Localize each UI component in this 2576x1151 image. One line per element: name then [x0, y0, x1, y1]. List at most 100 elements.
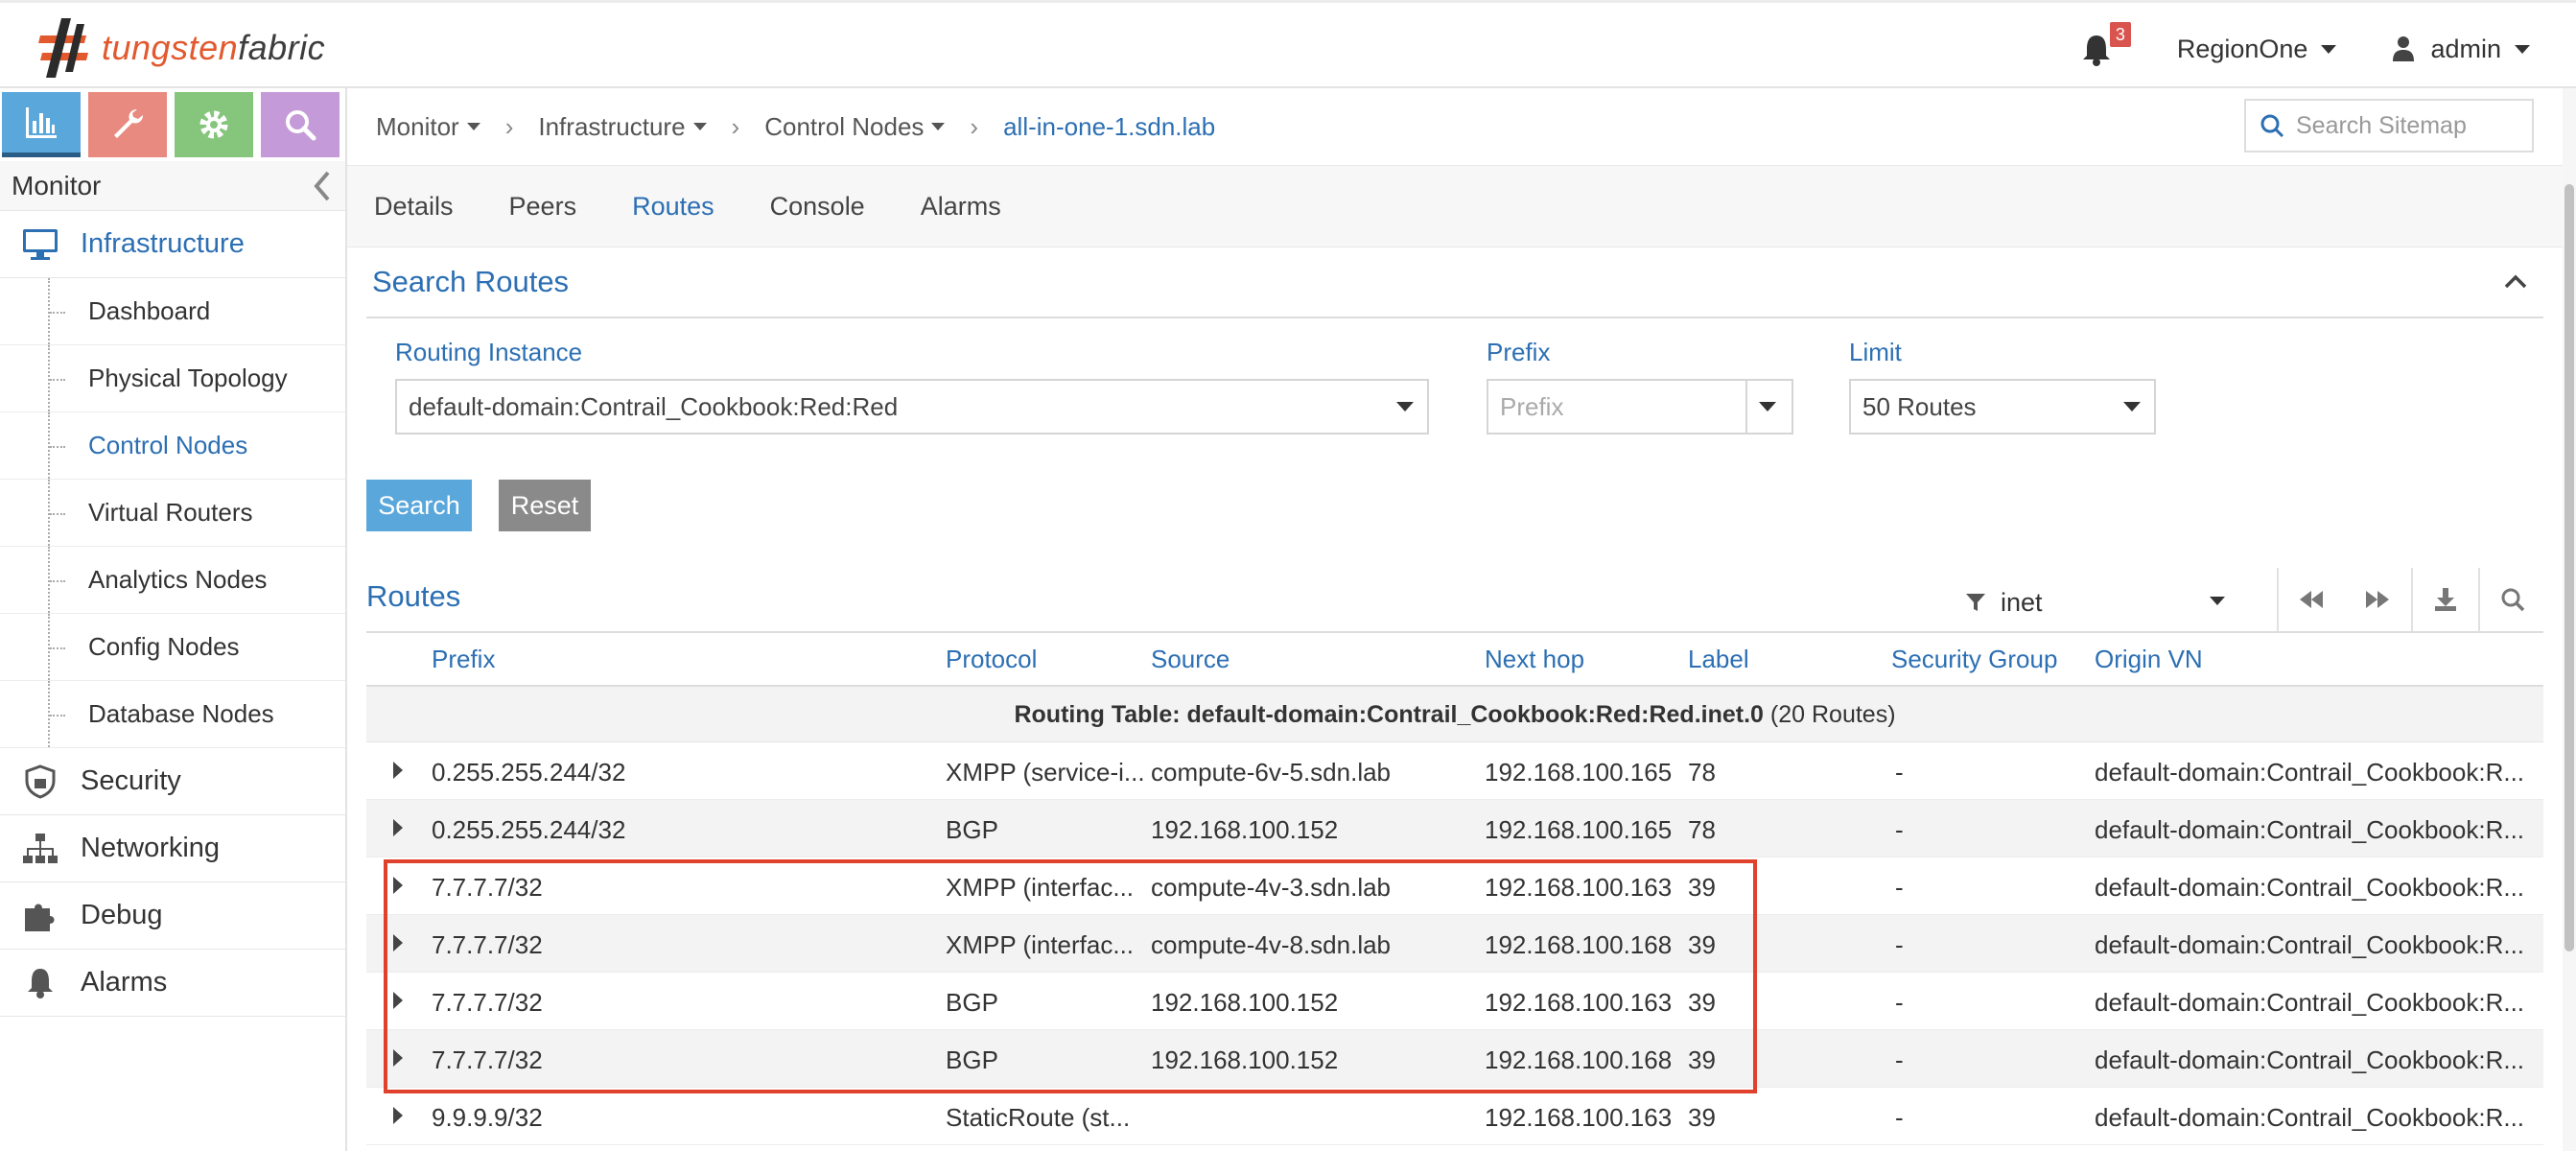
chevron-down-icon: [466, 123, 480, 130]
page-scrollbar[interactable]: [2563, 88, 2576, 1151]
breadcrumb-item-infrastructure[interactable]: Infrastructure: [538, 112, 707, 142]
cell-protocol: StaticRoute (st...: [946, 1103, 1131, 1132]
user-icon: [2393, 36, 2415, 61]
puzzle-icon: [25, 904, 55, 931]
table-row[interactable]: 9.9.9.9/32 StaticRoute (st... 192.168.100.…: [366, 1088, 2543, 1145]
chevron-down-icon: [2210, 597, 2225, 605]
query-module-tab[interactable]: [261, 92, 340, 157]
shield-icon: [25, 763, 56, 799]
network-icon: [23, 833, 58, 863]
prefix-dropdown-toggle[interactable]: [1747, 379, 1793, 435]
search-icon: [2260, 114, 2284, 138]
tab-alarms[interactable]: Alarms: [921, 192, 1001, 222]
main-content: Monitor › Infrastructure › Control Nodes…: [347, 88, 2563, 1151]
search-sitemap-input[interactable]: Search Sitemap: [2244, 99, 2534, 153]
column-header-next-hop[interactable]: Next hop: [1485, 645, 1584, 674]
sidebar-item-config-nodes[interactable]: Config Nodes: [0, 614, 345, 681]
cell-security-group: -: [1895, 873, 1904, 902]
cell-source: 192.168.100.152: [1151, 815, 1339, 844]
scrollbar-thumb[interactable]: [2564, 184, 2574, 951]
breadcrumb-label: all-in-one-1.sdn.lab: [1003, 111, 1216, 141]
sidebar-item-networking[interactable]: Networking: [0, 815, 345, 882]
table-row[interactable]: 0.255.255.244/32 BGP 192.168.100.152 192.16…: [366, 800, 2543, 857]
chevron-down-icon: [2123, 402, 2141, 411]
cell-security-group: -: [1895, 815, 1904, 844]
sidebar-item-label: Debug: [81, 900, 163, 930]
notifications-bell[interactable]: 3: [2077, 22, 2131, 68]
table-row[interactable]: 0.255.255.244/32 XMPP (service-i... comput…: [366, 742, 2543, 800]
breadcrumb-item-control-nodes[interactable]: Control Nodes: [764, 112, 946, 142]
breadcrumb-item-current[interactable]: all-in-one-1.sdn.lab: [1003, 112, 1215, 142]
routing-instance-value: default-domain:Contrail_Cookbook:Red:Red: [409, 391, 899, 421]
grid-search-button[interactable]: [2478, 568, 2545, 631]
fast-backward-icon: [2300, 591, 2323, 608]
cell-security-group: -: [1895, 1045, 1904, 1074]
sidebar-title: Monitor: [0, 161, 345, 211]
column-header-label[interactable]: Label: [1688, 645, 1749, 674]
column-header-prefix[interactable]: Prefix: [432, 645, 495, 674]
address-family-filter[interactable]: inet: [1964, 583, 2269, 622]
cell-security-group: -: [1895, 758, 1904, 787]
prefix-input[interactable]: Prefix: [1487, 379, 1747, 435]
chevron-up-icon[interactable]: [2501, 268, 2530, 296]
cell-next-hop: 192.168.100.165: [1485, 758, 1673, 787]
configure-module-tab[interactable]: [88, 92, 167, 157]
routing-table-group-row: Routing Table: default-domain:Contrail_C…: [366, 687, 2543, 742]
sidebar-item-analytics-nodes[interactable]: Analytics Nodes: [0, 547, 345, 614]
user-name: admin: [2430, 34, 2501, 63]
download-icon: [2435, 588, 2456, 611]
collapse-sidebar-icon[interactable]: [307, 167, 340, 205]
column-header-protocol[interactable]: Protocol: [946, 645, 1037, 674]
sidebar-item-control-nodes[interactable]: Control Nodes: [0, 412, 345, 480]
routes-grid-title: Routes: [366, 579, 461, 613]
reset-button[interactable]: Reset: [499, 480, 591, 531]
expand-row-icon[interactable]: [393, 1107, 403, 1124]
sidebar-item-dashboard[interactable]: Dashboard: [0, 278, 345, 345]
search-sitemap-placeholder: Search Sitemap: [2296, 111, 2467, 139]
user-menu[interactable]: admin: [2392, 35, 2530, 64]
cell-prefix: 0.255.255.244/32: [432, 815, 626, 844]
column-header-origin-vn[interactable]: Origin VN: [2095, 645, 2203, 674]
column-header-security-group[interactable]: Security Group: [1891, 645, 2057, 674]
tab-console[interactable]: Console: [770, 192, 865, 222]
search-routes-header[interactable]: Search Routes: [366, 247, 2543, 318]
limit-select[interactable]: 50 Routes: [1849, 379, 2156, 435]
export-button[interactable]: [2411, 568, 2478, 631]
cell-origin-vn: default-domain:Contrail_Cookbook:R...: [2095, 988, 2525, 1017]
cell-origin-vn: default-domain:Contrail_Cookbook:R...: [2095, 1103, 2525, 1132]
column-header-source[interactable]: Source: [1151, 645, 1229, 674]
sidebar-item-security[interactable]: Security: [0, 748, 345, 815]
region-dropdown[interactable]: RegionOne: [2177, 35, 2337, 64]
search-button[interactable]: Search: [366, 480, 472, 531]
next-page-button[interactable]: [2344, 568, 2411, 631]
sidebar-item-alarms[interactable]: Alarms: [0, 950, 345, 1017]
sidebar-item-label: Infrastructure: [81, 228, 245, 259]
bar-chart-icon: [26, 106, 57, 138]
wrench-icon: [114, 109, 143, 138]
sidebar-item-database-nodes[interactable]: Database Nodes: [0, 681, 345, 748]
tab-routes[interactable]: Routes: [632, 192, 714, 222]
filter-value: inet: [2001, 587, 2043, 617]
sidebar-item-physical-topology[interactable]: Physical Topology: [0, 345, 345, 412]
expand-row-icon[interactable]: [393, 819, 403, 836]
routing-instance-select[interactable]: default-domain:Contrail_Cookbook:Red:Red: [395, 379, 1429, 435]
breadcrumb-item-monitor[interactable]: Monitor: [376, 112, 480, 142]
previous-page-button[interactable]: [2277, 568, 2344, 631]
tab-peers[interactable]: Peers: [509, 192, 577, 222]
sidebar-item-infrastructure[interactable]: Infrastructure: [0, 211, 345, 278]
chevron-down-icon: [1759, 402, 1776, 411]
tab-details[interactable]: Details: [374, 192, 454, 222]
settings-module-tab[interactable]: [175, 92, 253, 157]
module-tabs: [0, 88, 345, 161]
gear-icon: [199, 110, 228, 139]
expand-row-icon[interactable]: [393, 762, 403, 779]
bell-icon: [28, 968, 53, 998]
sidebar-item-debug[interactable]: Debug: [0, 882, 345, 950]
chevron-down-icon: [1396, 402, 1414, 411]
tungsten-fabric-logo[interactable]: tungstenfabric: [33, 9, 325, 87]
sidebar-title-text: Monitor: [12, 170, 102, 200]
chevron-down-icon: [2321, 44, 2337, 54]
cell-label: 78: [1688, 815, 1716, 844]
monitor-module-tab[interactable]: [2, 92, 81, 157]
sidebar-item-virtual-routers[interactable]: Virtual Routers: [0, 480, 345, 547]
